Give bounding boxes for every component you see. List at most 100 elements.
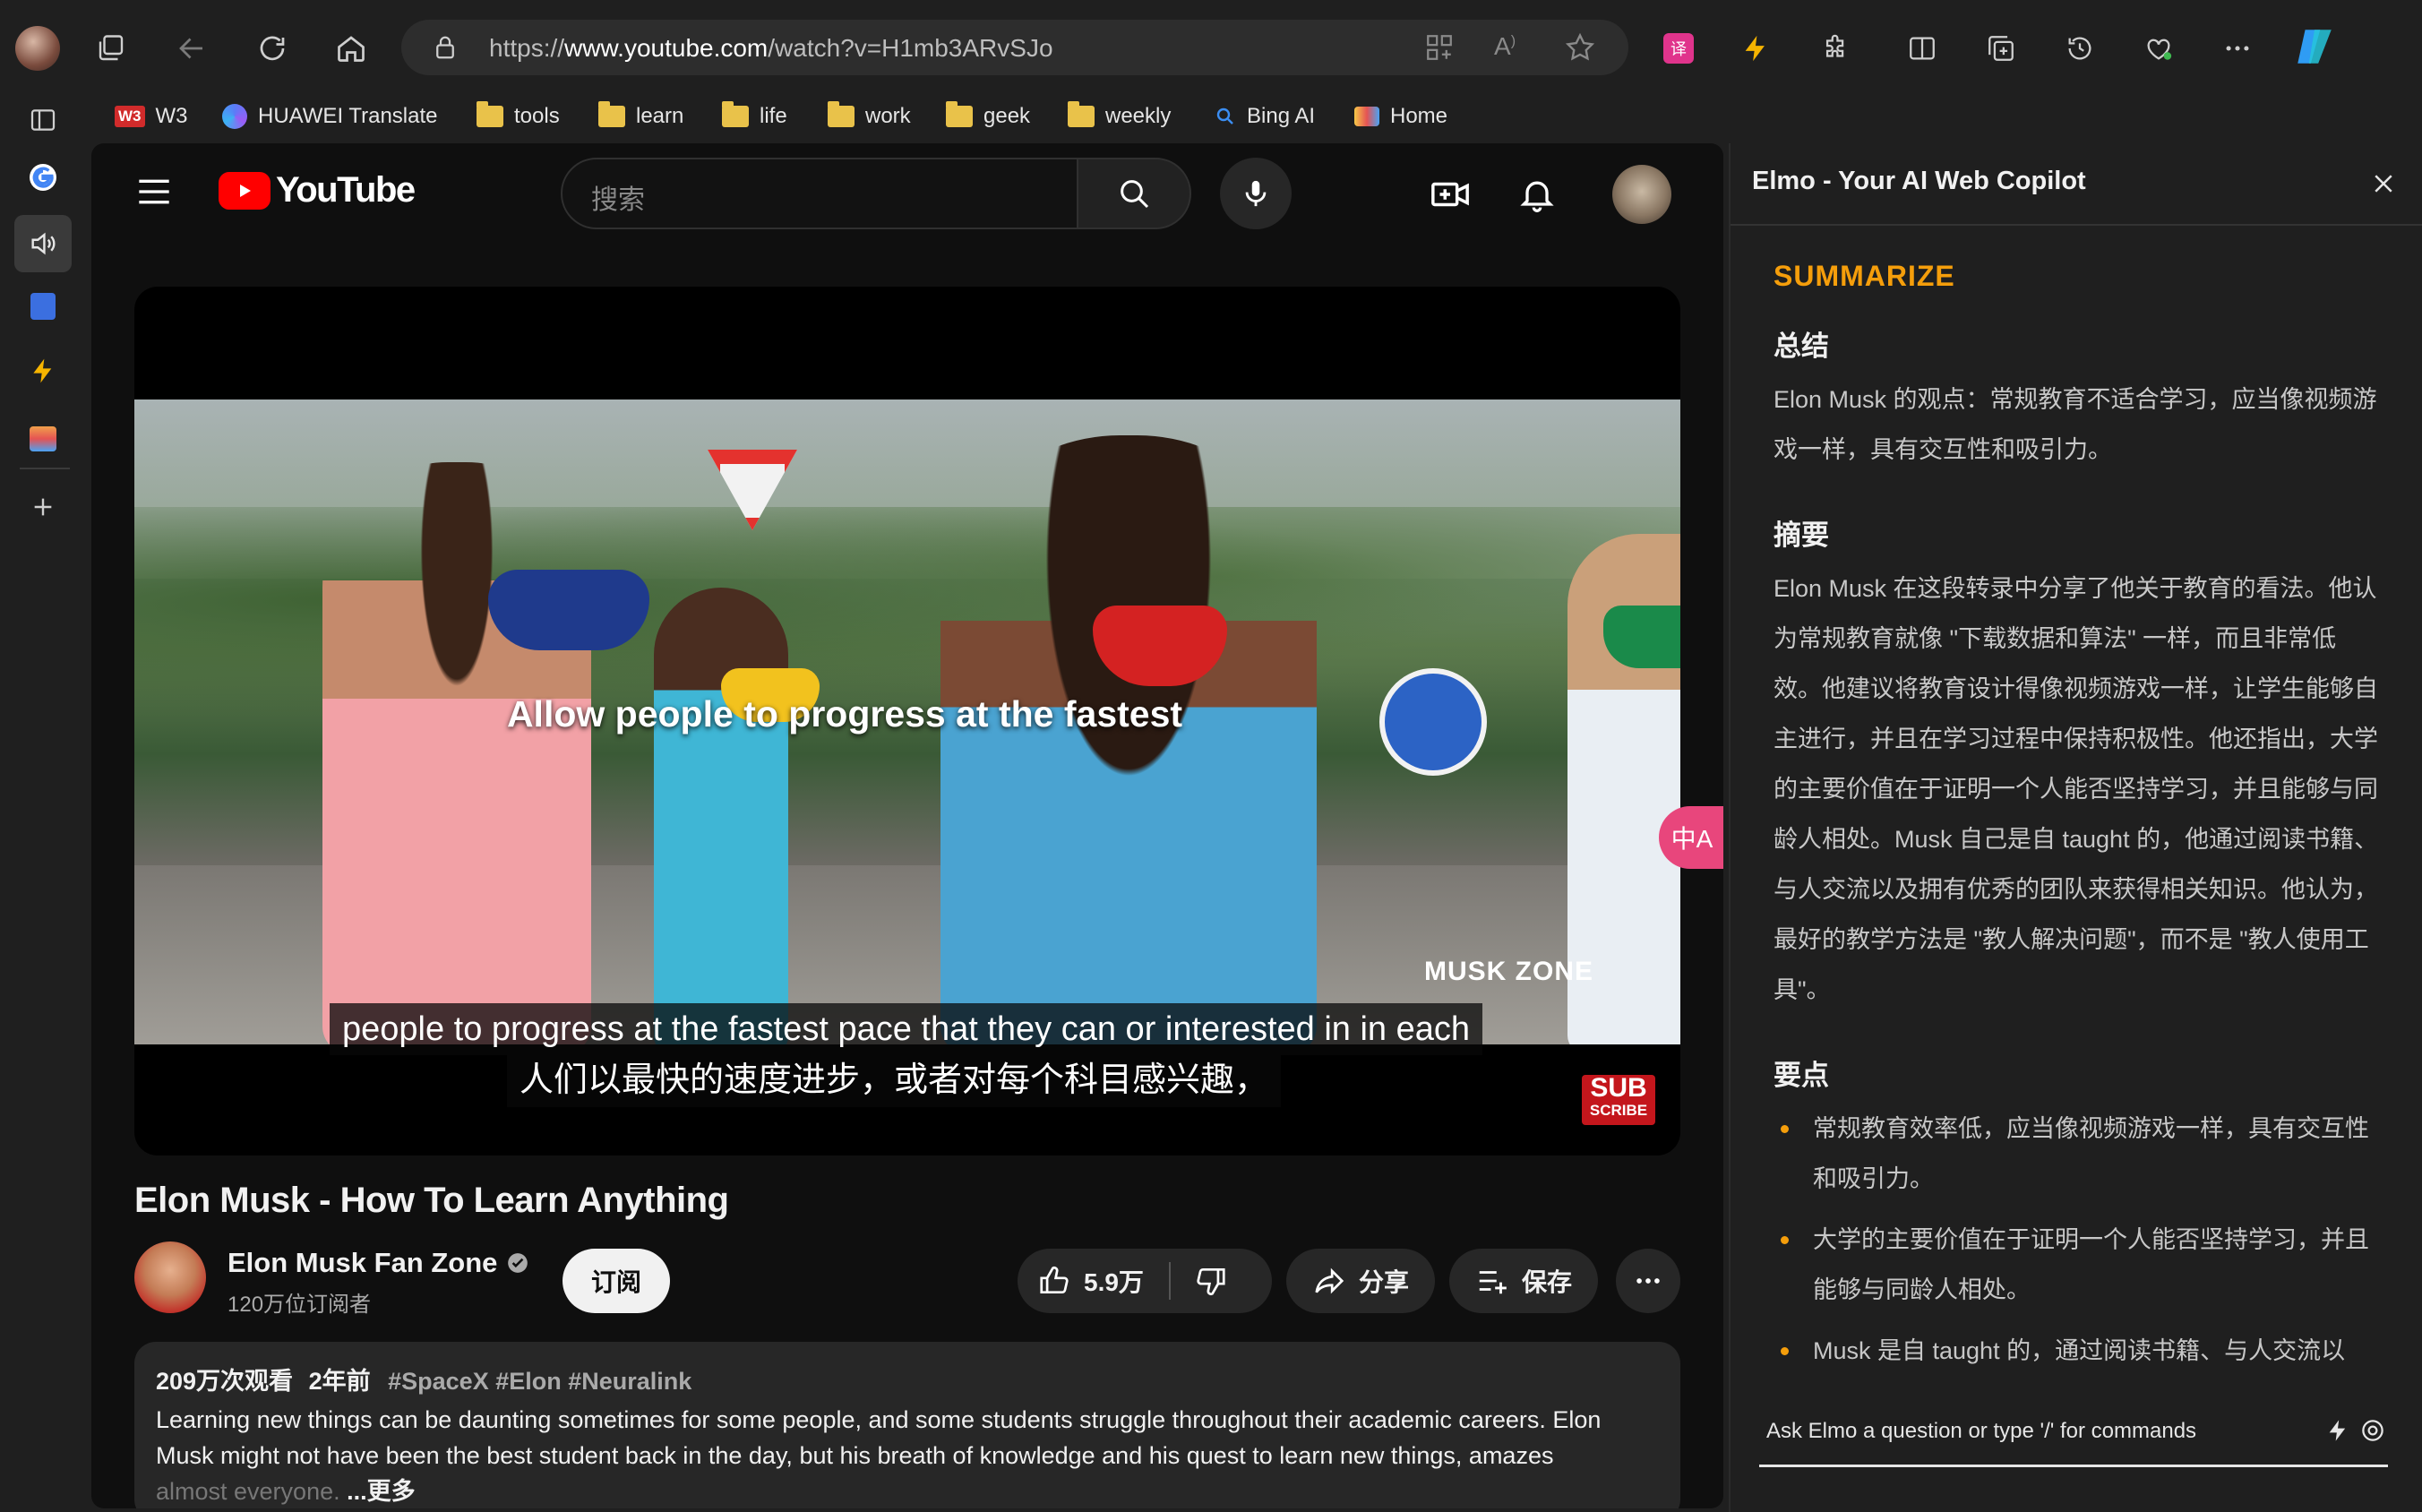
elmo-side-panel: Elmo - Your AI Web Copilot SUMMARIZE 总结 … — [1729, 143, 2422, 1512]
like-dislike-group: 5.9万 — [1018, 1249, 1272, 1313]
subscriber-count: 120万位订阅者 — [228, 1293, 372, 1317]
bookmark-home[interactable]: Home — [1354, 97, 1447, 136]
collections-icon[interactable] — [1976, 23, 2026, 73]
address-bar[interactable]: https://www.youtube.com/watch?v=H1mb3ARv… — [401, 20, 1628, 75]
google-icon[interactable] — [18, 152, 68, 202]
workspaces-icon[interactable] — [86, 23, 136, 73]
add-sidebar-app-icon[interactable] — [18, 482, 68, 532]
save-button[interactable]: 保存 — [1449, 1249, 1598, 1313]
key-points-list: 常规教育效率低，应当像视频游戏一样，具有交互性和吸引力。 大学的主要价值在于证明… — [1774, 1104, 2383, 1372]
video-overlay-text: Allow people to progress at the fastest — [506, 693, 1183, 735]
bookmark-folder-weekly[interactable]: weekly — [1068, 97, 1171, 136]
search-button[interactable] — [1077, 158, 1191, 229]
channel-name-row[interactable]: Elon Musk Fan Zone — [228, 1247, 529, 1279]
like-button[interactable]: 5.9万 — [1037, 1263, 1144, 1299]
favorite-star-icon[interactable] — [1564, 31, 1596, 64]
bookmark-w3[interactable]: W3 W3 — [115, 97, 188, 136]
lightning-sidebar-icon[interactable] — [18, 346, 68, 396]
elmo-chat-input[interactable]: Ask Elmo a question or type '/' for comm… — [1759, 1399, 2388, 1467]
rail-divider — [20, 468, 70, 469]
tab-actions-icon[interactable] — [18, 95, 68, 145]
lock-icon[interactable] — [432, 34, 459, 61]
image-app-icon[interactable] — [18, 414, 68, 464]
bookmark-huawei-translate[interactable]: HUAWEI Translate — [222, 97, 438, 136]
url-text[interactable]: https://www.youtube.com/watch?v=H1mb3ARv… — [489, 34, 1053, 63]
hamburger-menu-icon[interactable] — [136, 176, 172, 208]
translate-float-button[interactable]: 中A — [1659, 806, 1723, 869]
video-title: Elon Musk - How To Learn Anything — [134, 1181, 729, 1220]
more-menu-icon[interactable] — [2212, 23, 2263, 73]
close-icon[interactable] — [2370, 170, 2397, 197]
key-point-item: Musk 是自 taught 的，通过阅读书籍、与人交流以 — [1774, 1326, 2383, 1372]
home-bookmark-icon — [1354, 107, 1379, 126]
search-input[interactable]: 搜索 — [561, 158, 1078, 229]
bookmark-folder-learn[interactable]: learn — [598, 97, 683, 136]
browser-toolbar: https://www.youtube.com/watch?v=H1mb3ARv… — [0, 0, 2422, 95]
create-video-icon[interactable] — [1430, 174, 1471, 215]
channel-avatar[interactable] — [134, 1241, 206, 1313]
folder-icon — [946, 101, 973, 127]
summary-heading: 总结 — [1774, 331, 1829, 362]
subscribe-button[interactable]: 订阅 — [563, 1249, 670, 1313]
hashtags[interactable]: #SpaceX #Elon #Neuralink — [388, 1368, 691, 1395]
bookmark-folder-life[interactable]: life — [722, 97, 787, 136]
subscribe-badge[interactable]: SUB SCRIBE — [1582, 1075, 1655, 1125]
show-more-link[interactable]: ...更多 — [347, 1478, 416, 1505]
playlist-add-icon — [1479, 1271, 1507, 1294]
settings-gear-icon[interactable] — [2359, 1417, 2386, 1444]
bookmark-bing-ai[interactable]: Bing AI — [1215, 97, 1315, 136]
notes-icon[interactable] — [18, 281, 68, 331]
user-avatar[interactable] — [1612, 165, 1671, 224]
video-frame[interactable]: Allow people to progress at the fastest … — [134, 399, 1680, 1044]
youtube-page: YouTube 搜索 Allow people to progress at t… — [91, 143, 1723, 1508]
lightning-command-icon[interactable] — [2325, 1417, 2350, 1444]
translate-extension-icon[interactable]: 译 — [1653, 23, 1704, 73]
share-button[interactable]: 分享 — [1286, 1249, 1435, 1313]
dislike-button[interactable] — [1194, 1264, 1228, 1298]
youtube-logo[interactable]: YouTube — [219, 170, 416, 210]
channel-name[interactable]: Elon Musk Fan Zone — [228, 1247, 497, 1279]
voice-search-button[interactable] — [1220, 158, 1292, 229]
refresh-icon[interactable] — [247, 23, 297, 73]
like-divider — [1168, 1262, 1171, 1300]
bookmark-folder-work[interactable]: work — [828, 97, 911, 136]
bookmark-folder-tools[interactable]: tools — [477, 97, 560, 136]
notifications-bell-icon[interactable] — [1517, 174, 1557, 215]
key-point-item: 大学的主要价值在于证明一个人能否坚持学习，并且能够与同龄人相处。 — [1774, 1215, 2383, 1315]
key-point-item: 常规教育效率低，应当像视频游戏一样，具有交互性和吸引力。 — [1774, 1104, 2383, 1204]
back-arrow-icon[interactable] — [167, 23, 217, 73]
split-screen-icon[interactable] — [1897, 23, 1947, 73]
video-player[interactable]: Allow people to progress at the fastest … — [134, 287, 1680, 1155]
verified-check-icon — [508, 1253, 528, 1273]
thumbs-down-icon — [1197, 1267, 1225, 1296]
more-horizontal-icon — [1636, 1278, 1660, 1284]
upload-age: 2年前 — [308, 1368, 371, 1395]
channel-watermark: MUSK ZONE — [1424, 957, 1593, 986]
history-icon[interactable] — [2055, 23, 2105, 73]
copilot-icon[interactable] — [2289, 21, 2340, 72]
lightning-extension-icon[interactable] — [1731, 23, 1781, 73]
more-actions-button[interactable] — [1616, 1249, 1680, 1313]
profile-avatar[interactable] — [13, 23, 63, 73]
w3-icon: W3 — [115, 106, 145, 127]
description-text: Learning new things can be daunting some… — [156, 1406, 1602, 1505]
abstract-heading: 摘要 — [1774, 520, 1829, 551]
caption-chinese: 人们以最快的速度进步，或者对每个科目感兴趣， — [507, 1055, 1282, 1107]
folder-icon — [722, 101, 749, 127]
read-aloud-sidebar-icon[interactable] — [14, 215, 72, 272]
browser-essentials-icon[interactable] — [2134, 23, 2184, 73]
bookmark-folder-geek[interactable]: geek — [946, 97, 1030, 136]
view-count: 209万次观看 — [156, 1368, 294, 1395]
extensions-puzzle-icon[interactable] — [1811, 23, 1861, 73]
elmo-content: SUMMARIZE 总结 Elon Musk 的观点：常规教育不适合学习，应当像… — [1774, 256, 2383, 1372]
folder-icon — [828, 101, 855, 127]
key-points-heading: 要点 — [1774, 1060, 1829, 1091]
description-box[interactable]: 209万次观看 2年前 #SpaceX #Elon #Neuralink Lea… — [134, 1342, 1680, 1508]
folder-icon — [598, 101, 625, 127]
abstract-text: Elon Musk 在这段转录中分享了他关于教育的看法。他认为常规教育就像 "下… — [1774, 575, 2379, 1003]
summary-text: Elon Musk 的观点：常规教育不适合学习，应当像视频游戏一样，具有交互性和… — [1774, 386, 2377, 463]
search-icon — [1121, 180, 1149, 209]
apps-grid-icon[interactable] — [1424, 32, 1455, 63]
home-icon[interactable] — [326, 23, 376, 73]
read-aloud-icon[interactable]: A) — [1494, 32, 1516, 61]
